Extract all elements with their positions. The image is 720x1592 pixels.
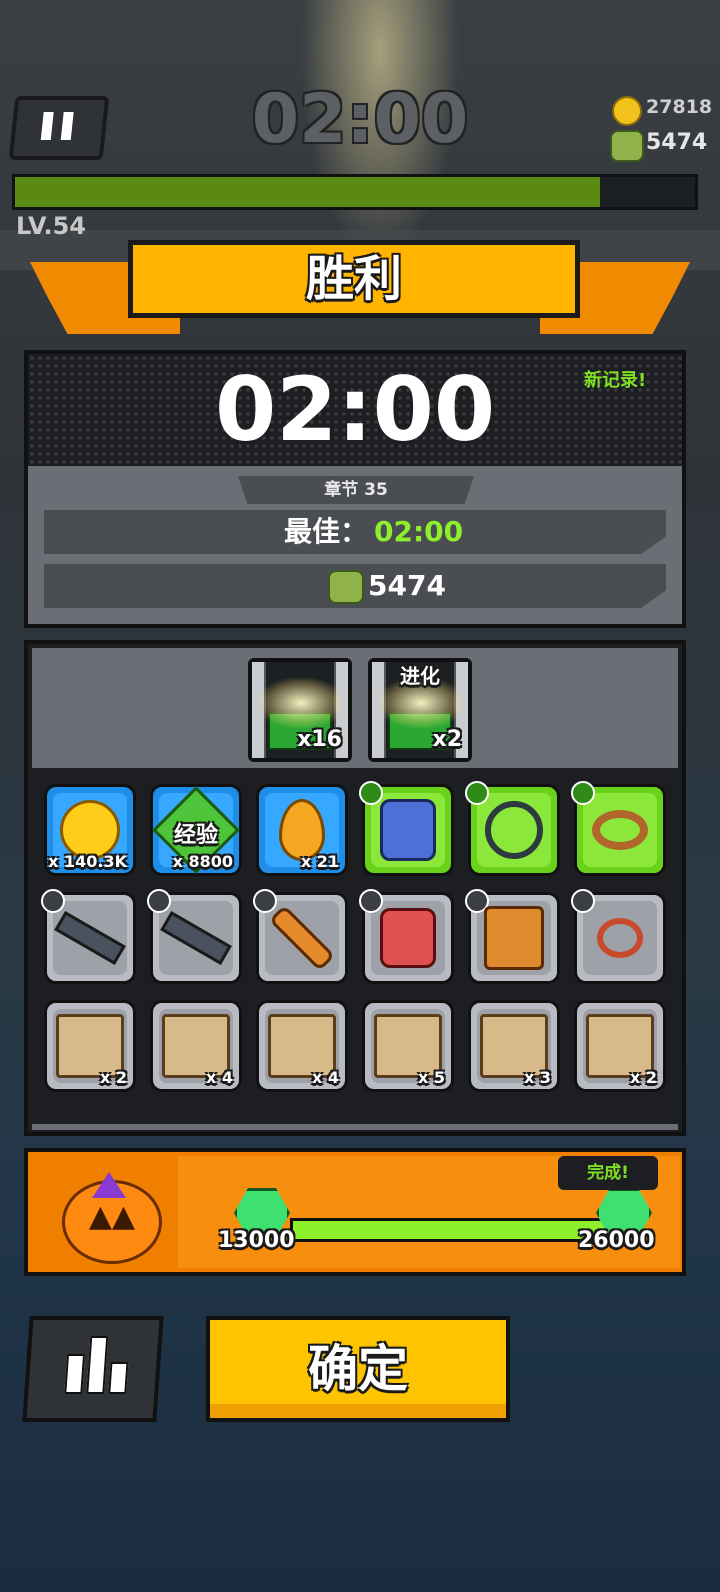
kills-row: 5474 [44,564,666,608]
confirm-label: 确定 [308,1340,408,1398]
hud-kill-count: 5474 [646,130,708,155]
gem-end-value: 26000 [578,1228,655,1253]
reward-shotgun[interactable] [41,889,136,984]
result-time-section: 02:00 新记录! [28,354,682,466]
reward-armor-vest[interactable] [359,781,454,876]
red-armor-icon [380,908,436,968]
reward-baseball-bat[interactable] [253,889,348,984]
best-time-value: 02:00 [374,515,464,548]
reward-necklace[interactable] [465,781,560,876]
chapter-label: 章节 35 [238,476,474,504]
baseball-bat-icon [268,904,336,972]
item-count: x 8800 [172,852,233,871]
item-count: x 140.3K [48,852,127,871]
result-stats-section: 章节 35 最佳： 02:00 5474 [28,466,682,624]
item-count: x 2 [629,1068,657,1087]
reward-gold-coins[interactable]: x 140.3K [44,784,136,876]
reward-belt-scroll[interactable]: x 5 [362,1000,454,1092]
rewards-panel: x16 进化 x2 x 140.3K 经验 x 8800 x 21 x 2 x … [24,640,686,1136]
reward-glove-scroll[interactable]: x 3 [468,1000,560,1092]
reward-experience[interactable]: 经验 x 8800 [150,784,242,876]
best-time-label: 最佳： [284,515,369,548]
gem-start-value: 13000 [218,1228,295,1253]
evolve-label: 进化 [400,664,440,688]
best-time-row: 最佳： 02:00 [44,510,666,554]
confirm-button[interactable]: 确定 [206,1316,510,1422]
level-label: LV.54 [16,212,86,240]
bar-chart-icon [64,1354,86,1394]
reward-bone-necklace[interactable] [571,889,666,984]
victory-title: 胜利 [305,251,402,307]
check-icon: ✔ [600,1186,622,1216]
chest-quantity: x2 [432,727,463,752]
armor-vest-icon [380,799,436,861]
item-count: x 4 [311,1068,339,1087]
chest-rewards: x16 进化 x2 [32,648,678,768]
experience-bar [12,174,698,210]
hud-timer: 02:00 [251,80,469,159]
exp-label: 经验 [173,823,218,848]
event-progress-fill [293,1221,627,1239]
bone-necklace-icon [597,918,643,958]
item-count: x 21 [300,852,339,871]
item-count: x 2 [99,1068,127,1087]
reward-shotgun[interactable] [147,889,242,984]
reward-belt[interactable] [571,781,666,876]
event-progress-panel[interactable]: ▲▲ 13000 26000 完成! ✔ [24,1148,686,1276]
zombie-kill-icon [610,130,644,162]
supply-chest[interactable]: x16 [248,658,352,762]
reward-jacket[interactable] [465,889,560,984]
new-record-badge: 新记录! [584,370,647,391]
jacket-icon [484,906,544,970]
chest-quantity: x16 [297,727,342,752]
victory-banner: 胜利 [128,240,580,318]
rewards-footer [32,1124,678,1130]
reward-boots-scroll[interactable]: x 2 [574,1000,666,1092]
reward-weapon-scroll[interactable]: x 2 [44,1000,136,1092]
necklace-icon [485,801,543,859]
hud-coin-count: 27818 [646,96,713,118]
statistics-button[interactable] [22,1316,164,1422]
experience-bar-fill [15,177,600,207]
item-count: x 4 [205,1068,233,1087]
item-count: x 3 [523,1068,551,1087]
shotgun-icon [54,910,126,966]
complete-badge: 完成! [558,1156,658,1190]
pause-icon [40,112,54,140]
result-panel: 02:00 新记录! 章节 35 最佳： 02:00 5474 [24,350,686,628]
evolve-chest[interactable]: 进化 x2 [368,658,472,762]
pause-button[interactable] [8,96,110,160]
shotgun-icon [160,910,232,966]
gold-coin-icon [60,800,120,860]
coin-icon [612,96,642,126]
reward-red-armor[interactable] [359,889,454,984]
reward-essence[interactable]: x 21 [256,784,348,876]
item-count: x 5 [417,1068,445,1087]
kills-value: 5474 [368,569,446,602]
reward-necklace-scroll[interactable]: x 4 [256,1000,348,1092]
reward-armor-scroll[interactable]: x 4 [150,1000,242,1092]
zombie-kill-icon [328,570,364,604]
belt-icon [592,810,648,850]
